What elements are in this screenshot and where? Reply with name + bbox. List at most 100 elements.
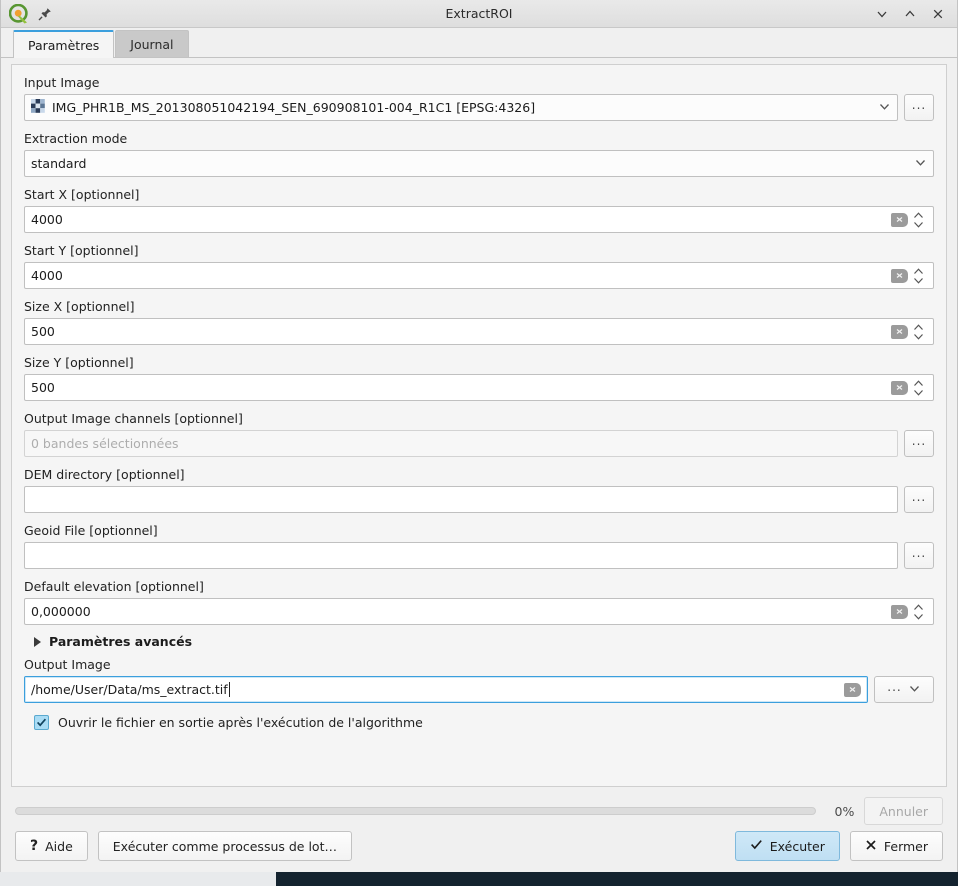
clear-icon[interactable] [844,683,861,697]
output-channels-browse-label: ... [912,434,926,448]
tab-journal[interactable]: Journal [115,30,188,57]
clear-icon[interactable] [891,325,908,339]
open-output-label: Ouvrir le fichier en sortie après l'exéc… [58,715,423,730]
spinner-updown-icon[interactable] [910,375,926,400]
field-geoid-file: Geoid File [optionnel] ... [24,523,934,569]
footer-bar: ? Aide Exécuter comme processus de lot… … [1,831,957,873]
field-start-x: Start X [optionnel] 4000 [24,187,934,233]
size-y-value: 500 [31,380,55,395]
dem-directory-label: DEM directory [optionnel] [24,467,934,482]
tab-parametres[interactable]: Paramètres [13,30,114,58]
cancel-button-label: Annuler [879,804,928,819]
title-bar: ExtractROI [1,0,957,28]
tab-parametres-label: Paramètres [28,38,99,53]
start-x-value: 4000 [31,212,63,227]
close-button[interactable] [925,2,951,26]
start-y-spinbox[interactable]: 4000 [24,262,934,289]
advanced-parameters-toggle[interactable]: Paramètres avancés [24,634,934,649]
input-image-browse-button[interactable]: ... [904,94,934,121]
field-dem-directory: DEM directory [optionnel] ... [24,467,934,513]
chevron-down-icon [914,156,927,172]
extraction-mode-combo[interactable]: standard [24,150,934,177]
check-icon [36,717,47,728]
field-output-image: Output Image /home/User/Data/ms_extract.… [24,657,934,703]
output-channels-browse-button[interactable]: ... [904,430,934,457]
pin-icon[interactable] [37,6,53,22]
start-y-value: 4000 [31,268,63,283]
extract-roi-dialog: ExtractROI Paramètres [0,0,958,874]
size-x-spinbox[interactable]: 500 [24,318,934,345]
tab-bar: Paramètres Journal [1,28,957,58]
advanced-parameters-label: Paramètres avancés [49,634,192,649]
parameters-panel: Input Image [11,64,947,787]
start-x-label: Start X [optionnel] [24,187,934,202]
close-icon [931,7,945,21]
start-y-label: Start Y [optionnel] [24,243,934,258]
output-channels-label: Output Image channels [optionnel] [24,411,934,426]
spinner-updown-icon[interactable] [910,599,926,624]
start-x-spinbox[interactable]: 4000 [24,206,934,233]
input-image-label: Input Image [24,75,934,90]
clear-icon[interactable] [891,381,908,395]
spinner-updown-icon[interactable] [910,263,926,288]
cancel-button[interactable]: Annuler [864,797,943,825]
extraction-mode-value: standard [31,156,86,171]
check-icon [750,838,763,854]
output-image-browse-button[interactable]: ... [874,676,934,703]
geoid-file-browse-button[interactable]: ... [904,542,934,569]
size-y-spinbox[interactable]: 500 [24,374,934,401]
dem-directory-input[interactable] [24,486,898,513]
panel-wrapper: Input Image [1,58,957,787]
chevron-down-icon [875,7,889,21]
progress-row: 0% Annuler [1,787,957,831]
close-dialog-button[interactable]: Fermer [850,831,943,861]
output-image-browse-label: ... [887,680,901,694]
close-icon [865,839,877,854]
field-start-y: Start Y [optionnel] 4000 [24,243,934,289]
output-image-value: /home/User/Data/ms_extract.tif [31,682,228,697]
open-output-checkbox[interactable] [34,715,49,730]
open-output-row[interactable]: Ouvrir le fichier en sortie après l'exéc… [24,715,934,730]
raster-layer-icon [31,99,45,116]
field-input-image: Input Image [24,75,934,121]
dem-directory-browse-label: ... [912,490,926,504]
input-image-browse-label: ... [912,98,926,112]
desktop-background-strip [0,872,958,886]
qgis-logo-icon [9,4,29,24]
dem-directory-browse-button[interactable]: ... [904,486,934,513]
spinner-updown-icon[interactable] [910,207,926,232]
run-button[interactable]: Exécuter [735,831,840,861]
extraction-mode-label: Extraction mode [24,131,934,146]
progress-percent: 0% [826,804,854,819]
field-extraction-mode: Extraction mode standard [24,131,934,177]
run-button-label: Exécuter [770,839,825,854]
geoid-file-browse-label: ... [912,546,926,560]
output-channels-input[interactable]: 0 bandes sélectionnées [24,430,898,457]
clear-icon[interactable] [891,213,908,227]
close-dialog-label: Fermer [884,839,928,854]
output-image-label: Output Image [24,657,934,672]
spinner-updown-icon[interactable] [910,319,926,344]
maximize-button[interactable] [897,2,923,26]
run-as-batch-button[interactable]: Exécuter comme processus de lot… [98,831,352,861]
title-bar-left-icons [1,4,53,24]
help-button[interactable]: ? Aide [15,831,88,861]
input-image-combo[interactable]: IMG_PHR1B_MS_201308051042194_SEN_6909081… [24,94,898,121]
desktop-panel-left [0,872,276,886]
clear-icon[interactable] [891,605,908,619]
input-image-value: IMG_PHR1B_MS_201308051042194_SEN_6909081… [52,100,535,115]
clear-icon[interactable] [891,269,908,283]
field-default-elevation: Default elevation [optionnel] 0,000000 [24,579,934,625]
size-x-label: Size X [optionnel] [24,299,934,314]
progress-bar [15,807,816,815]
field-output-channels: Output Image channels [optionnel] 0 band… [24,411,934,457]
minimize-button[interactable] [869,2,895,26]
window-controls [869,0,951,28]
size-y-label: Size Y [optionnel] [24,355,934,370]
output-image-input[interactable]: /home/User/Data/ms_extract.tif [24,676,868,703]
chevron-down-icon[interactable] [908,682,921,698]
desktop-panel-right [276,872,958,886]
geoid-file-input[interactable] [24,542,898,569]
default-elevation-label: Default elevation [optionnel] [24,579,934,594]
default-elevation-spinbox[interactable]: 0,000000 [24,598,934,625]
